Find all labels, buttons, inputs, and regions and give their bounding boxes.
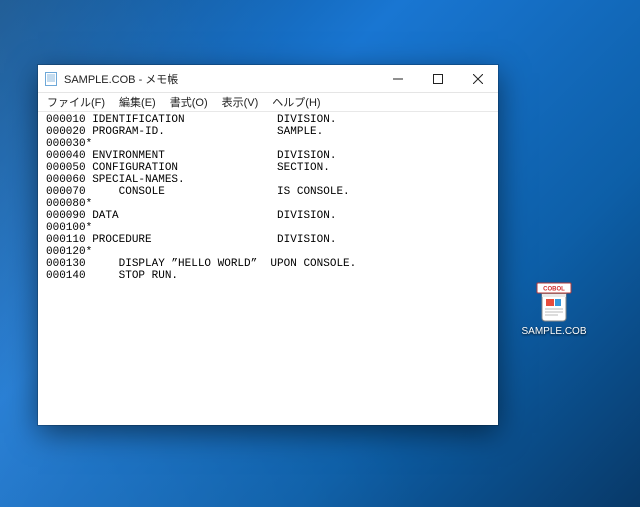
maximize-icon <box>433 74 443 84</box>
editor-content[interactable]: 000010 IDENTIFICATION DIVISION. 000020 P… <box>38 112 498 425</box>
titlebar[interactable]: SAMPLE.COB - メモ帳 <box>38 65 498 93</box>
menu-help[interactable]: ヘルプ(H) <box>265 93 327 111</box>
minimize-button[interactable] <box>378 65 418 92</box>
notepad-icon <box>44 72 58 86</box>
minimize-icon <box>393 74 403 84</box>
icon-badge: COBOL <box>543 287 565 293</box>
menubar: ファイル(F) 編集(E) 書式(O) 表示(V) ヘルプ(H) <box>38 93 498 112</box>
maximize-button[interactable] <box>418 65 458 92</box>
desktop-file-label: SAMPLE.COB <box>521 326 586 337</box>
window-controls <box>378 65 498 92</box>
menu-edit[interactable]: 編集(E) <box>112 93 163 111</box>
window-title: SAMPLE.COB - メモ帳 <box>64 71 378 87</box>
menu-file[interactable]: ファイル(F) <box>40 93 112 111</box>
close-icon <box>473 74 483 84</box>
menu-view[interactable]: 表示(V) <box>215 93 266 111</box>
menu-format[interactable]: 書式(O) <box>163 93 215 111</box>
desktop-file-icon[interactable]: COBOL SAMPLE.COB <box>518 282 590 337</box>
notepad-window: SAMPLE.COB - メモ帳 ファイル(F) 編集(E) 書式(O) 表示(… <box>38 65 498 425</box>
close-button[interactable] <box>458 65 498 92</box>
cobol-file-icon: COBOL <box>536 282 572 322</box>
